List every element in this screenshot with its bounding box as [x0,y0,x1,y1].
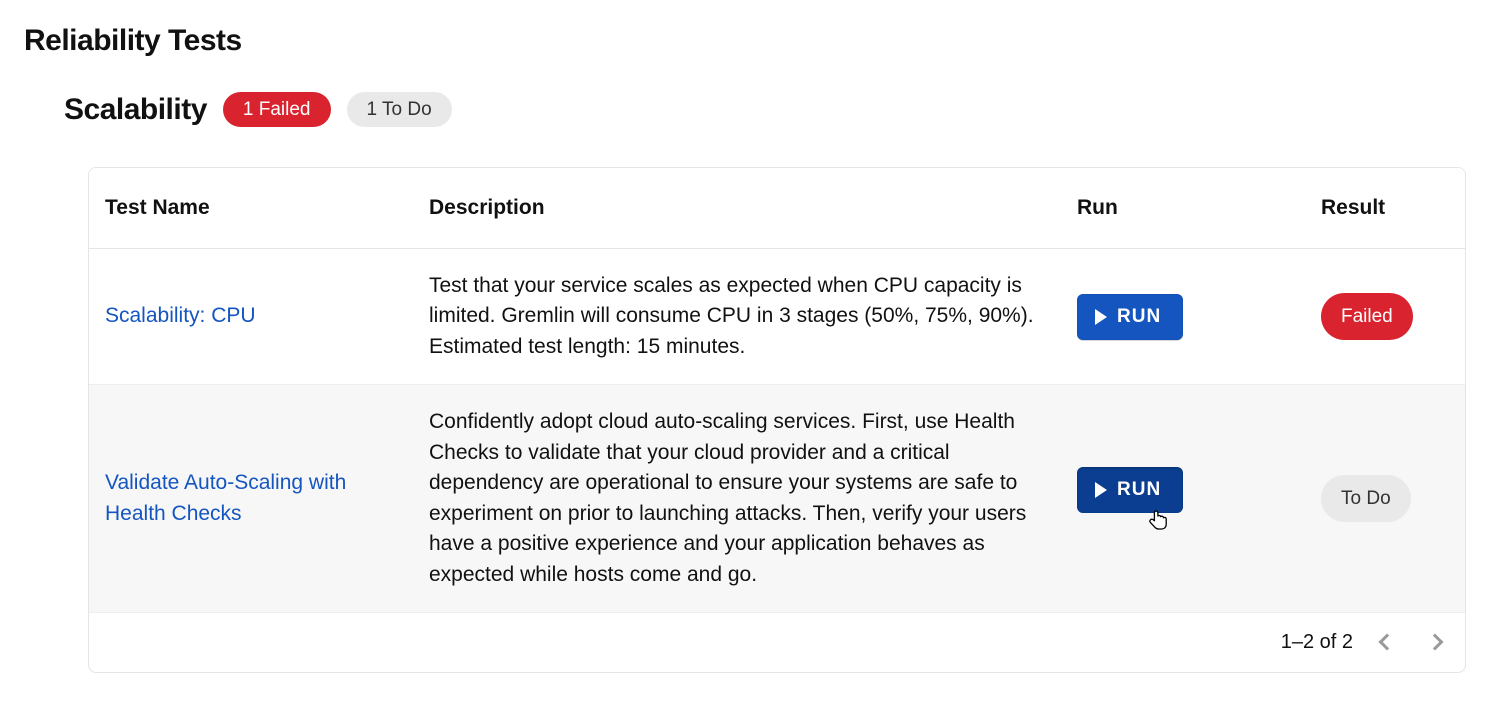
section-title: Scalability [64,93,207,127]
column-header-result: Result [1305,168,1465,249]
pagination-bar: 1–2 of 2 [89,612,1465,672]
test-description: Confidently adopt cloud auto-scaling ser… [429,410,1026,585]
run-button-label: RUN [1117,479,1161,501]
column-header-run: Run [1061,168,1305,249]
test-name-link[interactable]: Validate Auto-Scaling with Health Checks [105,471,346,524]
play-icon [1095,482,1107,498]
run-button[interactable]: RUN [1077,294,1183,340]
run-button-label: RUN [1117,306,1161,328]
tests-table: Test Name Description Run Result Scalabi… [88,167,1466,673]
pagination-label: 1–2 of 2 [1281,631,1353,654]
result-badge: To Do [1321,475,1411,523]
table-row: Scalability: CPU Test that your service … [89,249,1465,385]
table-header-row: Test Name Description Run Result [89,168,1465,249]
status-badge-failed: 1 Failed [223,92,331,127]
run-button[interactable]: RUN [1077,467,1183,513]
status-badge-todo: 1 To Do [347,92,452,127]
section-header: Scalability 1 Failed 1 To Do [64,92,1463,127]
table-row: Validate Auto-Scaling with Health Checks… [89,385,1465,612]
column-header-description: Description [413,168,1061,249]
page-title: Reliability Tests [24,24,1463,58]
test-description: Test that your service scales as expecte… [429,274,1034,358]
play-icon [1095,309,1107,325]
test-name-link[interactable]: Scalability: CPU [105,304,256,327]
cursor-pointer-icon [1149,509,1167,531]
chevron-right-icon[interactable] [1427,634,1444,651]
chevron-left-icon[interactable] [1379,634,1396,651]
column-header-name: Test Name [89,168,413,249]
result-badge: Failed [1321,293,1413,341]
